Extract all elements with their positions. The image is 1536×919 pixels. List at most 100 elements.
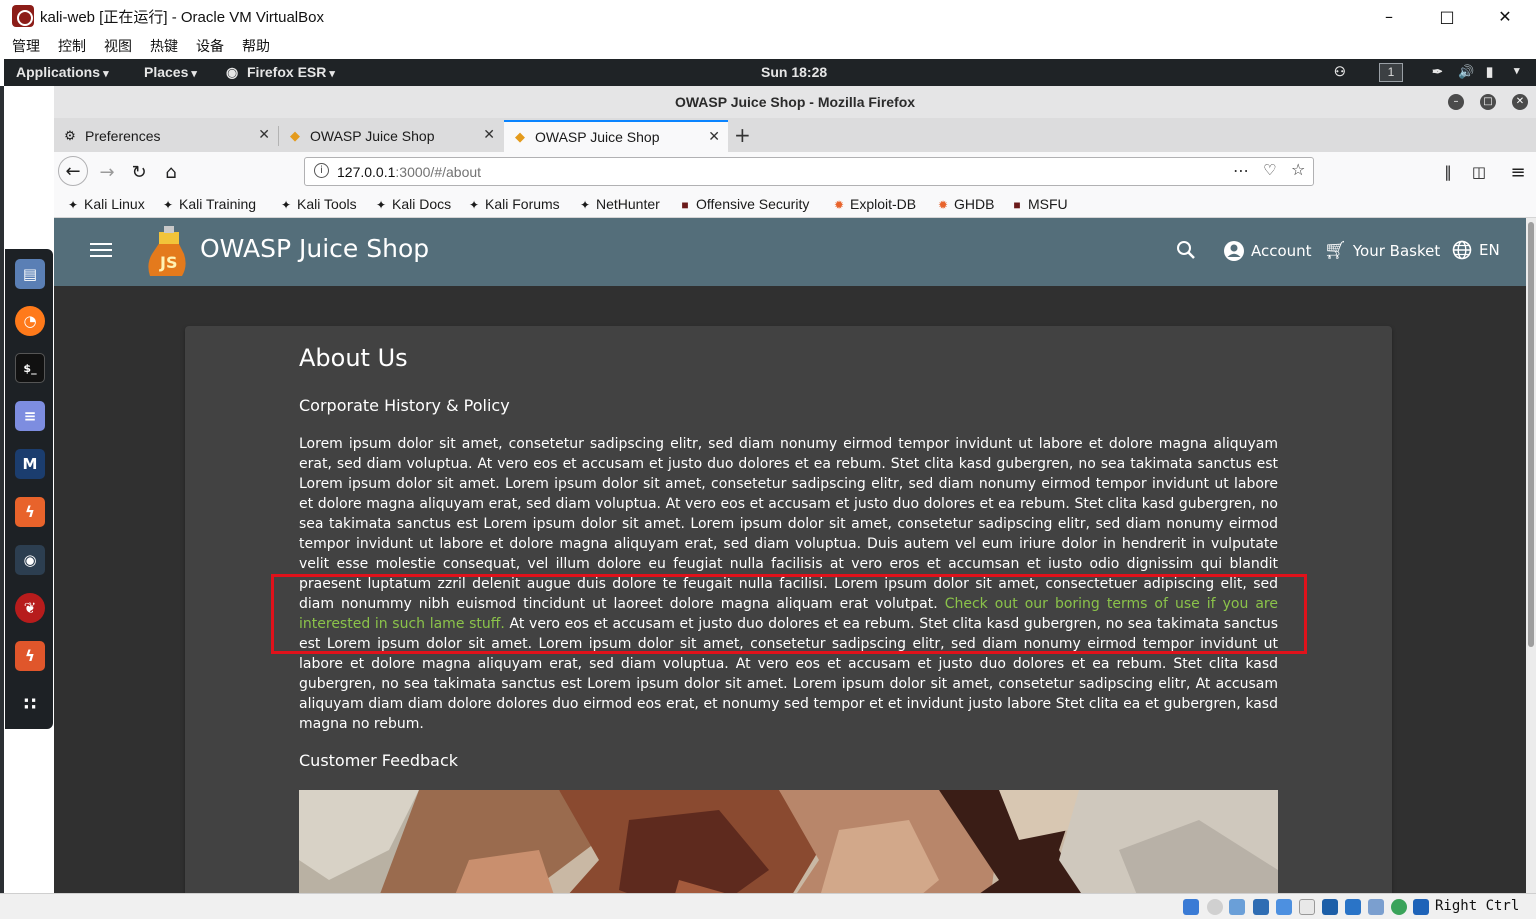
bookmark-kali-docs[interactable]: ✦ Kali Docs xyxy=(374,196,451,212)
panel-clock[interactable]: Sun 18:28 xyxy=(761,64,827,80)
system-menu-chevron-icon[interactable]: ▾ xyxy=(1514,64,1520,77)
menu-hotkeys[interactable]: 热键 xyxy=(150,32,178,60)
reload-button[interactable]: ↻ xyxy=(125,158,153,186)
metasploit-icon[interactable]: M xyxy=(15,449,45,479)
bookmark-star-icon[interactable]: ☆ xyxy=(1291,160,1305,179)
firefox-window-title: OWASP Juice Shop - Mozilla Firefox xyxy=(54,86,1536,118)
account-button[interactable]: Account xyxy=(1223,240,1312,262)
menu-help[interactable]: 帮助 xyxy=(242,32,270,60)
volume-icon[interactable]: 🔊 xyxy=(1458,64,1474,80)
cherrytree-icon[interactable]: ❦ xyxy=(15,593,45,623)
keyboard-capture-icon[interactable] xyxy=(1413,899,1429,915)
search-button[interactable] xyxy=(1176,240,1196,260)
firefox-icon[interactable]: ◔ xyxy=(15,306,45,336)
customer-feedback-carousel-image[interactable] xyxy=(299,790,1278,893)
show-apps-grid-icon[interactable]: ∷ xyxy=(15,689,45,719)
scrollbar-thumb[interactable] xyxy=(1528,222,1534,647)
hamburger-menu-icon[interactable]: ≡ xyxy=(1504,158,1532,186)
bookmarks-toolbar: ✦ Kali Linux ✦ Kali Training ✦ Kali Tools ✦… xyxy=(54,192,1536,218)
juice-shop-favicon: ◆ xyxy=(515,129,525,144)
kali-dragon-icon: ✦ xyxy=(67,198,79,212)
bookmark-nethunter[interactable]: ✦ NetHunter xyxy=(578,196,660,212)
menu-view[interactable]: 视图 xyxy=(104,32,132,60)
menu-devices[interactable]: 设备 xyxy=(196,32,224,60)
gear-icon: ⚙ xyxy=(64,128,76,143)
page-scrollbar[interactable] xyxy=(1526,218,1536,893)
tab-preferences[interactable]: ⚙ Preferences ✕ xyxy=(54,120,278,152)
battery-icon[interactable]: ▮ xyxy=(1486,64,1493,80)
sidebar-icon[interactable]: ◫ xyxy=(1465,158,1493,186)
minimize-button[interactable]: – xyxy=(1360,0,1418,32)
highlight-annotation-box xyxy=(271,574,1307,654)
bookmark-kali-training[interactable]: ✦ Kali Training xyxy=(161,196,256,212)
display-icon[interactable] xyxy=(1322,899,1338,915)
applications-menu[interactable]: Applications xyxy=(16,64,109,80)
brand-title[interactable]: OWASP Juice Shop xyxy=(200,234,429,263)
maximize-button[interactable]: □ xyxy=(1418,0,1476,32)
juice-shop-favicon: ◆ xyxy=(290,128,300,143)
svg-text:JS: JS xyxy=(159,253,177,272)
side-menu-button[interactable] xyxy=(90,239,112,263)
back-button[interactable]: ← xyxy=(58,156,88,186)
workspace-indicator[interactable]: 1 xyxy=(1379,63,1403,82)
bookmark-kali-linux[interactable]: ✦ Kali Linux xyxy=(66,196,145,212)
bookmark-kali-forums[interactable]: ✦ Kali Forums xyxy=(467,196,560,212)
bookmark-offensive-security[interactable]: ■ Offensive Security xyxy=(678,196,809,212)
new-tab-button[interactable]: + xyxy=(734,118,751,152)
network-icon[interactable] xyxy=(1253,899,1269,915)
url-bar[interactable]: i 127.0.0.1:3000/#/about ⋯ ♡ ☆ xyxy=(304,157,1314,186)
page-actions-icon[interactable]: ⋯ xyxy=(1233,161,1249,180)
app-toolbar: JS OWASP Juice Shop Account 🛒︎ Your Bask… xyxy=(54,218,1526,286)
recording-icon[interactable] xyxy=(1345,899,1361,915)
home-button[interactable]: ⌂ xyxy=(157,158,185,186)
bookmark-msfu[interactable]: ■ MSFU xyxy=(1010,196,1067,212)
site-info-icon[interactable]: i xyxy=(314,163,329,178)
hdd-activity-icon[interactable] xyxy=(1183,899,1199,915)
account-label: Account xyxy=(1251,242,1312,260)
menu-control[interactable]: 控制 xyxy=(58,32,86,60)
shared-folders-icon[interactable] xyxy=(1299,899,1315,915)
bookmark-ghdb[interactable]: ✹ GHDB xyxy=(936,196,994,212)
burp-launcher-icon[interactable]: ϟ xyxy=(15,641,45,671)
tab-juice-shop-1[interactable]: ◆ OWASP Juice Shop ✕ xyxy=(279,120,503,152)
offsec-icon: ■ xyxy=(1013,198,1021,212)
kali-dragon-icon: ✦ xyxy=(280,198,292,212)
pen-icon[interactable]: ✒ xyxy=(1432,64,1443,80)
mouse-integration-icon[interactable] xyxy=(1391,899,1407,915)
pocket-icon[interactable]: ♡ xyxy=(1263,161,1276,179)
active-app-menu[interactable]: Firefox ESR xyxy=(247,64,335,80)
kali-dock: ▤ ◔ $_ ≡ M ϟ ◉ ❦ ϟ ∷ xyxy=(5,249,53,729)
bookmark-exploit-db[interactable]: ✹ Exploit-DB xyxy=(832,196,916,212)
close-button[interactable]: ✕ xyxy=(1476,0,1534,32)
text-editor-icon[interactable]: ≡ xyxy=(15,401,45,431)
optical-drive-icon[interactable] xyxy=(1207,899,1223,915)
url-text[interactable]: 127.0.0.1:3000/#/about xyxy=(337,164,481,180)
files-icon[interactable]: ▤ xyxy=(15,259,45,289)
tab-close-icon[interactable]: ✕ xyxy=(708,128,720,145)
bookmark-kali-tools[interactable]: ✦ Kali Tools xyxy=(279,196,357,212)
vt-x-icon[interactable] xyxy=(1368,899,1384,915)
menu-manage[interactable]: 管理 xyxy=(12,32,40,60)
exploit-db-icon: ✹ xyxy=(833,198,845,212)
firefox-panel-icon: ◉ xyxy=(226,64,239,80)
people-icon[interactable]: ⚇ xyxy=(1334,64,1346,80)
basket-button[interactable]: 🛒︎ Your Basket xyxy=(1324,240,1440,261)
audio-icon[interactable] xyxy=(1229,899,1245,915)
forward-button[interactable]: → xyxy=(93,158,121,186)
tab-juice-shop-active[interactable]: ◆ OWASP Juice Shop ✕ xyxy=(504,120,728,152)
places-menu[interactable]: Places xyxy=(144,64,197,80)
firefox-maximize-icon[interactable]: □ xyxy=(1480,94,1496,110)
tab-close-icon[interactable]: ✕ xyxy=(483,126,495,143)
burpsuite-icon[interactable]: ϟ xyxy=(15,497,45,527)
usb-icon[interactable] xyxy=(1276,899,1292,915)
tab-close-icon[interactable]: ✕ xyxy=(258,126,270,143)
library-icon[interactable]: ‖ xyxy=(1434,158,1462,186)
firefox-minimize-icon[interactable]: – xyxy=(1448,94,1464,110)
eye-icon[interactable]: ◉ xyxy=(15,545,45,575)
firefox-close-icon[interactable]: ✕ xyxy=(1512,94,1528,110)
globe-icon xyxy=(1452,240,1472,260)
shopping-cart-icon: 🛒︎ xyxy=(1324,240,1347,261)
terminal-icon[interactable]: $_ xyxy=(15,353,45,383)
language-button[interactable]: EN xyxy=(1452,240,1500,260)
basket-label: Your Basket xyxy=(1352,241,1441,260)
